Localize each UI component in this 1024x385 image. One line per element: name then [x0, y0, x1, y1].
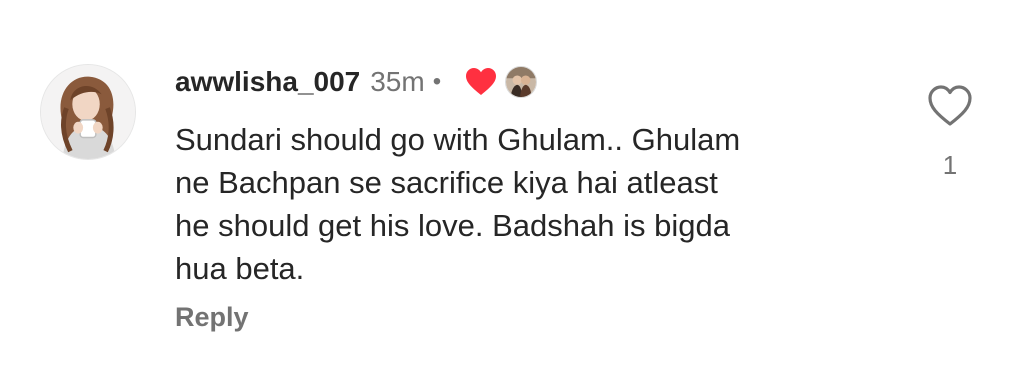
creator-avatar-icon [505, 66, 538, 98]
user-avatar-illustration [41, 65, 135, 159]
commenter-avatar[interactable] [40, 64, 136, 160]
comment-line: ne Bachpan se sacrifice kiya hai atleast [175, 165, 718, 200]
comment-timestamp: 35m [370, 66, 425, 97]
heart-outline-icon[interactable] [927, 84, 973, 128]
reply-button[interactable]: Reply [175, 302, 249, 333]
separator-dot: • [432, 68, 442, 95]
comment-line: he should get his love. Badshah is bigda [175, 208, 730, 243]
like-section: 1 [924, 84, 976, 181]
comment-text: Sundari should go with Ghulam.. Ghulam n… [175, 118, 895, 290]
comment-line: hua beta. [175, 251, 305, 286]
filled-heart-icon [465, 67, 497, 97]
comment-header: awwlisha_007 35m • [175, 62, 538, 102]
username-link[interactable]: awwlisha_007 [175, 66, 360, 98]
comment-line: Sundari should go with Ghulam.. Ghulam [175, 122, 741, 157]
like-count: 1 [942, 150, 958, 180]
